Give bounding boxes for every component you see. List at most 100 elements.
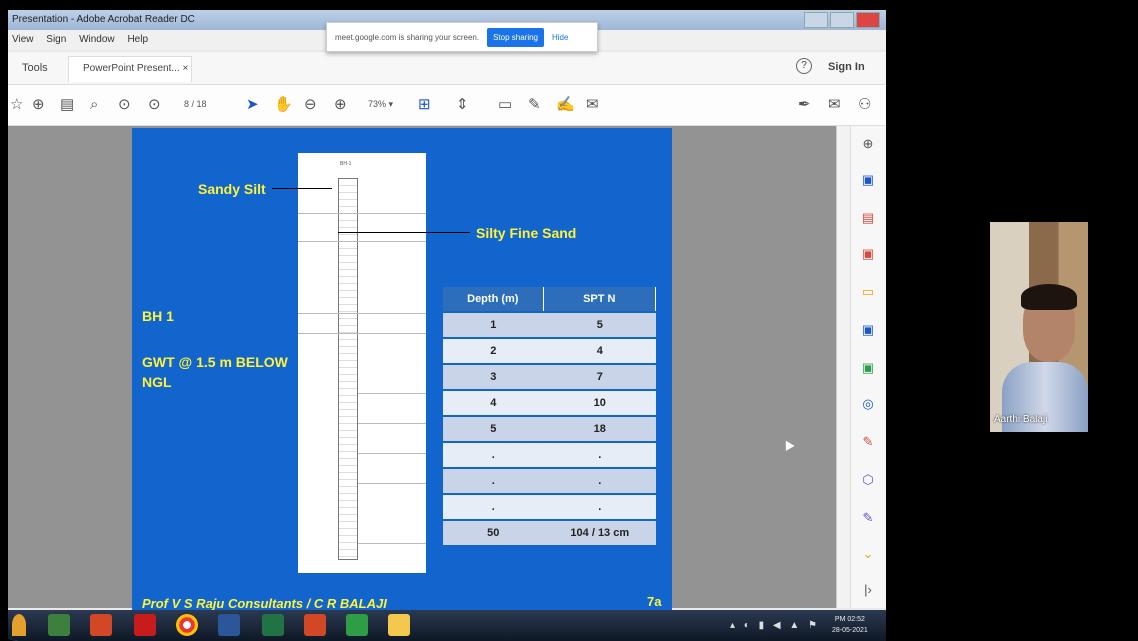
meet-frame: Presentation - Adobe Acrobat Reader DC V… <box>0 0 1138 641</box>
folder-icon[interactable] <box>388 614 410 636</box>
tab-tools[interactable]: Tools <box>22 62 48 74</box>
cell-depth: 3 <box>443 365 544 389</box>
cell-depth: . <box>443 495 544 519</box>
protect-icon[interactable]: ◎ <box>860 396 876 412</box>
page-up-icon[interactable]: ⊙ <box>118 97 131 113</box>
table-header-spt: SPT N <box>543 287 656 311</box>
table-row: 50 104 / 13 cm <box>443 521 656 545</box>
participant-video-tile[interactable]: Aarthi Balaji <box>990 222 1088 432</box>
zoom-out-icon[interactable]: ⊖ <box>304 97 317 113</box>
create-pdf-icon[interactable]: ▣ <box>860 246 876 262</box>
log-line <box>358 543 426 544</box>
upload-icon[interactable]: ⊕ <box>32 97 45 113</box>
minimize-button[interactable] <box>804 12 828 28</box>
hide-banner-button[interactable]: Hide <box>552 33 568 42</box>
shield-icon[interactable]: ⬡ <box>860 472 876 488</box>
tab-document[interactable]: PowerPoint Present... × <box>68 56 192 82</box>
zoom-select[interactable]: 73% ▾ <box>368 99 393 110</box>
table-row: .. <box>443 469 656 493</box>
pen-icon[interactable]: ✎ <box>528 97 541 113</box>
menu-window[interactable]: Window <box>79 34 115 45</box>
menu-sign[interactable]: Sign <box>46 34 66 45</box>
slide-number: 7a <box>647 594 662 609</box>
log-line <box>298 241 426 242</box>
star-icon[interactable]: ☆ <box>10 97 23 113</box>
print-icon[interactable]: ▤ <box>60 97 74 113</box>
menu-view[interactable]: View <box>12 34 34 45</box>
start-icon[interactable] <box>12 614 26 636</box>
label-gwt: GWT @ 1.5 m BELOW <box>142 354 288 370</box>
hand-icon[interactable]: ✋ <box>274 97 293 113</box>
label-sandy-silt: Sandy Silt <box>198 181 266 197</box>
powerpoint-icon[interactable] <box>90 614 112 636</box>
close-button[interactable] <box>856 12 880 28</box>
stamp-icon[interactable]: ✉ <box>586 97 599 113</box>
slide: BH-1 Sandy Silt Silty Fine Sand BH 1 GWT… <box>132 128 672 616</box>
slide-footer: Prof V S Raju Consultants / C R BALAJI <box>142 596 387 611</box>
app-icon[interactable] <box>48 614 70 636</box>
stop-sharing-button[interactable]: Stop sharing <box>487 27 544 47</box>
screen-share-banner: meet.google.com is sharing your screen. … <box>326 22 598 52</box>
menu-help[interactable]: Help <box>127 34 148 45</box>
select-cursor-icon[interactable]: ➤ <box>246 97 259 113</box>
organize-pages-icon[interactable]: ▤ <box>860 210 876 226</box>
share-message: meet.google.com is sharing your screen. <box>335 32 480 42</box>
clock[interactable]: PM 02:52 28-05-2021 <box>832 614 868 636</box>
log-line <box>298 313 426 314</box>
system-tray[interactable]: ▴ ◐ ▮ ◀ ▲ ⚑ <box>730 620 820 631</box>
cell-spt: 104 / 13 cm <box>543 521 656 545</box>
app-icon-2[interactable] <box>346 614 368 636</box>
page-down-icon[interactable]: ⊙ <box>148 97 161 113</box>
vertical-scrollbar[interactable] <box>836 126 851 608</box>
table-row: 15 <box>443 313 656 337</box>
fit-page-icon[interactable]: ⊞ <box>418 97 431 113</box>
cell-spt: 5 <box>543 313 656 337</box>
acrobat-icon[interactable] <box>134 614 156 636</box>
maximize-button[interactable] <box>830 12 854 28</box>
mail-icon[interactable]: ✉ <box>828 97 841 113</box>
help-icon[interactable]: ? <box>796 58 812 74</box>
log-line <box>358 423 426 424</box>
cell-spt: 4 <box>543 339 656 363</box>
label-bh: BH 1 <box>142 308 174 324</box>
cell-spt: . <box>543 469 656 493</box>
fill-and-sign-icon[interactable]: ✎ <box>860 434 876 450</box>
zoom-in-icon[interactable]: ⊕ <box>334 97 347 113</box>
cell-depth: . <box>443 443 544 467</box>
table-row: 4 10 <box>443 391 656 415</box>
fill-sign-icon[interactable]: ✒ <box>798 97 811 113</box>
send-sign-icon[interactable]: ✎ <box>860 510 876 526</box>
sign-in-link[interactable]: Sign In <box>828 61 865 73</box>
scroll-mode-icon[interactable]: ⇕ <box>456 97 469 113</box>
slides-icon[interactable] <box>304 614 326 636</box>
word-icon[interactable] <box>218 614 240 636</box>
comment-icon[interactable]: ▭ <box>498 97 512 113</box>
sign-icon[interactable]: ✍ <box>556 97 575 113</box>
export-pdf-icon[interactable]: ▣ <box>860 172 876 188</box>
search-icon[interactable]: ⌕ <box>90 97 98 113</box>
window-controls <box>804 12 880 28</box>
cell-depth: 4 <box>443 391 544 415</box>
more-tools-icon[interactable]: ⌄ <box>860 546 876 562</box>
cell-spt: . <box>543 443 656 467</box>
collapse-pane-icon[interactable]: |› <box>860 582 876 598</box>
spt-table: Depth (m) SPT N 15 24 37 4 10 5 18 .. .. .… <box>443 285 656 547</box>
log-line <box>298 213 426 214</box>
shared-screen: Presentation - Adobe Acrobat Reader DC V… <box>8 10 886 641</box>
log-column <box>338 178 358 560</box>
table-row: 37 <box>443 365 656 389</box>
chrome-icon[interactable] <box>176 614 198 636</box>
label-ngl: NGL <box>142 374 172 390</box>
log-line <box>298 333 426 334</box>
page-number[interactable]: 8 / 18 <box>184 99 207 109</box>
share-user-icon[interactable]: ⚇ <box>858 97 871 113</box>
participant-hair <box>1021 284 1077 310</box>
comment-tool-icon[interactable]: ▭ <box>860 284 876 300</box>
combine-icon[interactable]: ▣ <box>860 322 876 338</box>
excel-icon[interactable] <box>262 614 284 636</box>
log-line <box>358 453 426 454</box>
cell-spt: 18 <box>543 417 656 441</box>
zoom-icon[interactable]: ⊕ <box>860 136 876 152</box>
edit-pdf-icon[interactable]: ▣ <box>860 360 876 376</box>
tools-pane: ⊕ ▣ ▤ ▣ ▭ ▣ ▣ ◎ ✎ ⬡ ✎ ⌄ |› <box>850 126 886 608</box>
